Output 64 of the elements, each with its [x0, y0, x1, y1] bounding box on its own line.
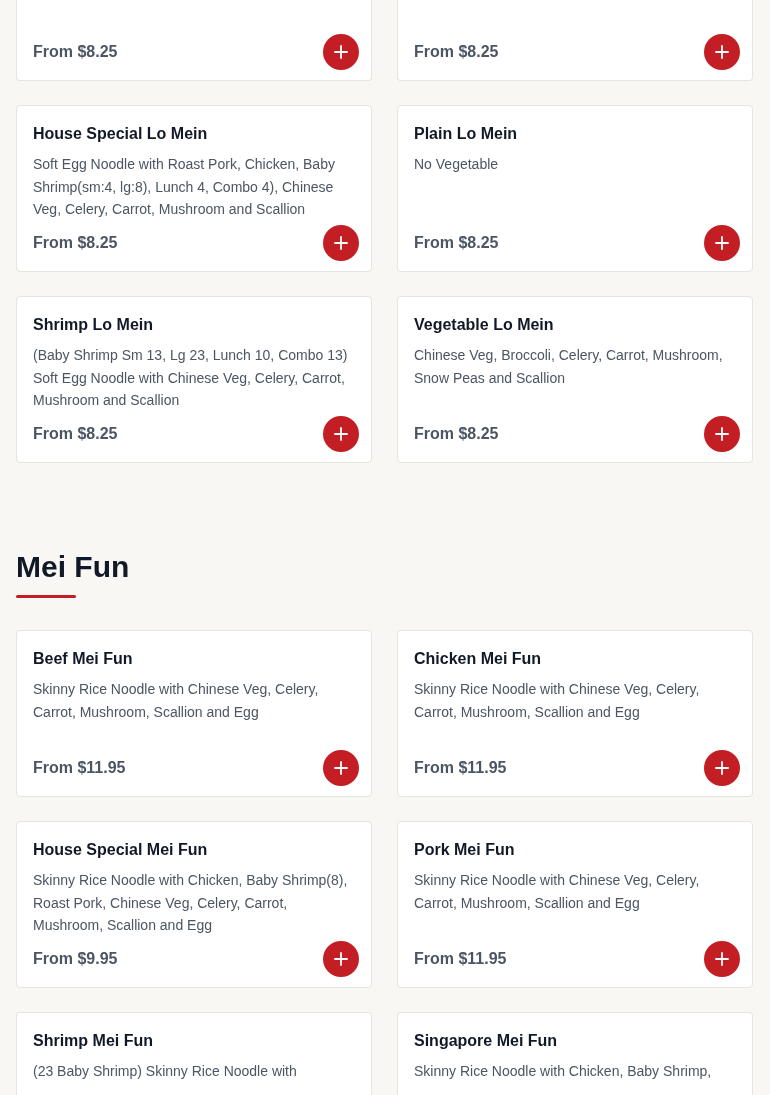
menu-item-card[interactable]: House Special Mei Fun Skinny Rice Noodle with Chicken, Baby Shrimp(8), Roast Pork, Chinese Veg, Celery, Carrot, Mushroom, Scallion and Egg From $9.95: [16, 821, 372, 988]
add-button[interactable]: [704, 416, 740, 452]
item-description: Skinny Rice Noodle with Chicken, Baby Shrimp(8), Roast Pork, Chinese Veg, Celery, Carrot, Mushroom, Scallion and Egg: [33, 871, 349, 935]
item-name: House Special Lo Mein: [33, 124, 209, 144]
item-description: Soft Egg Noodle with Roast Pork, Chicken, Baby Shrimp(sm:4, lg:8), Lunch 4, Combo 4), Chinese Veg, Celery, Carrot, Mushroom and Scallion: [33, 155, 336, 219]
plus-icon: [714, 951, 730, 967]
item-description: Skinny Rice Noodle with Chinese Veg, Celery, Carrot, Mushroom, Scallion and Egg: [33, 680, 320, 722]
item-price: From $8.25: [414, 425, 499, 443]
item-price: From $8.25: [33, 425, 118, 443]
menu-item-card[interactable]: Shrimp Mei Fun (23 Baby Shrimp) Skinny Rice Noodle with: [16, 1012, 372, 1095]
item-price: From $11.95: [414, 759, 507, 777]
add-button[interactable]: [704, 225, 740, 261]
menu-item-card[interactable]: Shrimp Lo Mein (Baby Shrimp Sm 13, Lg 23, Lunch 10, Combo 13) Soft Egg Noodle with Chinese Veg, Celery, Carrot, Mushroom and Scallion From $8.25: [16, 296, 372, 463]
menu-item-card[interactable]: Vegetable Lo Mein Chinese Veg, Broccoli, Celery, Carrot, Mushroom, Snow Peas and Scallion From $8.25: [397, 296, 753, 463]
item-description: (Baby Shrimp Sm 13, Lg 23, Lunch 10, Combo 13) Soft Egg Noodle with Chinese Veg, Celery, Carrot, Mushroom and Scallion: [33, 346, 349, 410]
item-description: Chinese Veg, Broccoli, Celery, Carrot, Mushroom, Snow Peas and Scallion: [414, 346, 724, 388]
item-name: Plain Lo Mein: [414, 124, 519, 144]
menu-item-card[interactable]: Singapore Mei Fun Skinny Rice Noodle with Chicken, Baby Shrimp,: [397, 1012, 753, 1095]
item-price: From $8.25: [414, 43, 499, 61]
add-button[interactable]: [323, 750, 359, 786]
item-price: From $11.95: [414, 950, 507, 968]
item-description: (23 Baby Shrimp) Skinny Rice Noodle with: [33, 1062, 298, 1081]
section-heading: Mei Fun: [16, 549, 131, 585]
plus-icon: [714, 426, 730, 442]
item-price: From $9.95: [33, 950, 118, 968]
item-name: Shrimp Mei Fun: [33, 1031, 154, 1051]
add-button[interactable]: [704, 34, 740, 70]
menu-item-card[interactable]: House Special Lo Mein Soft Egg Noodle with Roast Pork, Chicken, Baby Shrimp(sm:4, lg:8), Lunch 4, Combo 4), Chinese Veg, Celery, Carrot, Mushroom and Scallion From $8.25: [16, 105, 372, 272]
add-button[interactable]: [323, 941, 359, 977]
add-button[interactable]: [323, 34, 359, 70]
item-price: From $8.25: [33, 234, 118, 252]
item-name: Singapore Mei Fun: [414, 1031, 559, 1051]
menu-item-card[interactable]: From $8.25: [16, 0, 372, 81]
add-button[interactable]: [704, 750, 740, 786]
plus-icon: [333, 235, 349, 251]
plus-icon: [333, 951, 349, 967]
menu-item-card[interactable]: From $8.25: [397, 0, 753, 81]
plus-icon: [333, 760, 349, 776]
menu-item-card[interactable]: Pork Mei Fun Skinny Rice Noodle with Chinese Veg, Celery, Carrot, Mushroom, Scallion and Egg From $11.95: [397, 821, 753, 988]
item-description: Skinny Rice Noodle with Chicken, Baby Shrimp,: [414, 1062, 713, 1081]
item-price: From $11.95: [33, 759, 126, 777]
plus-icon: [714, 44, 730, 60]
plus-icon: [333, 44, 349, 60]
plus-icon: [714, 235, 730, 251]
item-description: Skinny Rice Noodle with Chinese Veg, Celery, Carrot, Mushroom, Scallion and Egg: [414, 871, 701, 913]
item-description: No Vegetable: [414, 155, 500, 174]
item-name: Vegetable Lo Mein: [414, 315, 555, 335]
item-name: Shrimp Lo Mein: [33, 315, 154, 335]
add-button[interactable]: [323, 416, 359, 452]
item-price: From $8.25: [33, 43, 118, 61]
item-price: From $8.25: [414, 234, 499, 252]
menu-item-card[interactable]: Beef Mei Fun Skinny Rice Noodle with Chinese Veg, Celery, Carrot, Mushroom, Scallion and Egg From $11.95: [16, 630, 372, 797]
plus-icon: [714, 760, 730, 776]
item-name: Chicken Mei Fun: [414, 649, 543, 669]
plus-icon: [333, 426, 349, 442]
item-name: Pork Mei Fun: [414, 840, 516, 860]
heading-underline: [16, 595, 76, 598]
item-description: Skinny Rice Noodle with Chinese Veg, Celery, Carrot, Mushroom, Scallion and Egg: [414, 680, 701, 722]
add-button[interactable]: [323, 225, 359, 261]
add-button[interactable]: [704, 941, 740, 977]
menu-item-card[interactable]: Plain Lo Mein No Vegetable From $8.25: [397, 105, 753, 272]
item-name: Beef Mei Fun: [33, 649, 134, 669]
menu-item-card[interactable]: Chicken Mei Fun Skinny Rice Noodle with Chinese Veg, Celery, Carrot, Mushroom, Scallion and Egg From $11.95: [397, 630, 753, 797]
item-name: House Special Mei Fun: [33, 840, 209, 860]
